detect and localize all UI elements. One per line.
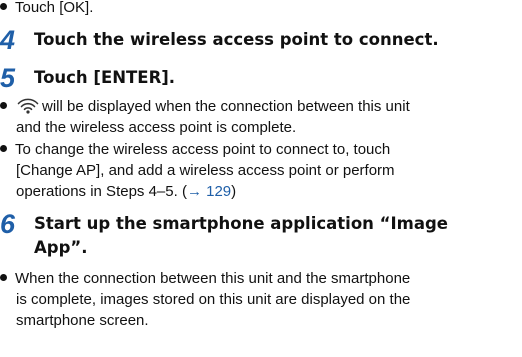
bullet-text: operations in Steps 4–5. ( [16, 183, 187, 200]
manual-page: Touch [OK]. 4 Touch the wireless access p… [0, 0, 522, 357]
bullet-text: When the connection between this unit an… [15, 270, 411, 287]
bullet-dot [0, 3, 7, 10]
step6-bullet-complete: When the connection between this unit an… [0, 268, 410, 289]
page-reference-link[interactable]: → 129 [187, 183, 231, 200]
step-5: 5 Touch [ENTER]. [0, 64, 175, 92]
bullet-text-close: ) [231, 183, 237, 200]
bullet-dot [0, 274, 7, 281]
step-6-heading-line2: App”. [34, 238, 88, 257]
step-number: 6 [0, 209, 16, 239]
step5-bullet-change-ap-line2: [Change AP], and add a wireless access p… [16, 162, 395, 179]
step-heading: Touch [ENTER]. [34, 68, 176, 87]
step5-bullet-connection-line2: and the wireless access point is complet… [16, 119, 297, 136]
bullet-dot [0, 102, 7, 109]
bullet-touch-ok: Touch [OK]. [0, 0, 93, 18]
bullet-text: To change the wireless access point to c… [15, 141, 391, 158]
step-heading: Touch the wireless access point to conne… [34, 30, 439, 49]
wifi-connected-icon [17, 98, 39, 114]
step5-bullet-change-ap: To change the wireless access point to c… [0, 139, 390, 160]
step-6: 6 Start up the smartphone application “Im… [0, 210, 448, 238]
step-number: 5 [0, 63, 16, 93]
step5-bullet-connection: will be displayed when the connection be… [0, 96, 410, 117]
bullet-text: will be displayed when the connection be… [42, 98, 410, 115]
step-4: 4 Touch the wireless access point to conn… [0, 26, 439, 54]
step6-bullet-complete-line2: is complete, images stored on this unit … [16, 291, 411, 308]
bullet-text: Touch [OK]. [15, 0, 94, 16]
step5-bullet-change-ap-line3: operations in Steps 4–5. (→ 129) [16, 181, 236, 202]
bullet-dot [0, 145, 7, 152]
step6-bullet-complete-line3: smartphone screen. [16, 312, 149, 329]
step-heading: Start up the smartphone application “Ima… [34, 214, 448, 233]
step-number: 4 [0, 25, 16, 55]
